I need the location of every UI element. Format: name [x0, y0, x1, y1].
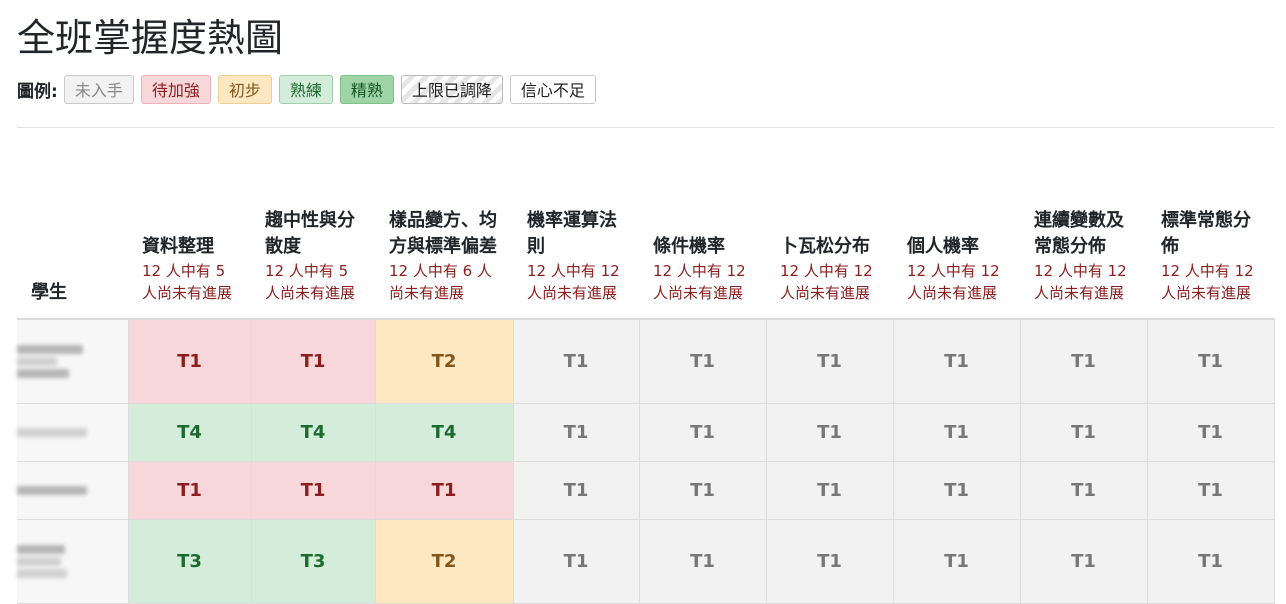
skill-progress-note: 12 人中有 12 人尚未有進展: [1161, 262, 1254, 302]
header-row: 學生 資料整理 12 人中有 5 人尚未有進展 趨中性與分散度 12 人中有 5…: [17, 128, 1274, 320]
student-row: T1 T1 T2 T1 T1 T1 T1 T1 T1: [17, 319, 1275, 404]
mastery-cell[interactable]: T1: [1020, 403, 1148, 462]
skill-progress-note: 12 人中有 12 人尚未有進展: [907, 262, 1000, 302]
legend-cap-lowered: 上限已調降: [400, 75, 503, 104]
legend-low-confidence: 信心不足: [509, 75, 596, 104]
skill-column-header[interactable]: 資料整理 12 人中有 5 人尚未有進展: [128, 128, 251, 320]
mastery-cell[interactable]: T1: [893, 403, 1021, 462]
mastery-cell[interactable]: T1: [1147, 403, 1275, 462]
skill-column-header[interactable]: 條件機率 12 人中有 12 人尚未有進展: [639, 128, 766, 320]
mastery-cell[interactable]: T3: [251, 519, 376, 604]
student-row: T4 T4 T4 T1 T1 T1 T1 T1 T1: [17, 403, 1275, 462]
legend-needs-work: 待加強: [140, 75, 211, 104]
redacted-text: [17, 568, 67, 578]
redacted-text: [17, 368, 69, 378]
redacted-text: [17, 556, 61, 566]
mastery-cell[interactable]: T1: [1147, 519, 1275, 604]
skill-column-header[interactable]: 標準常態分佈 12 人中有 12 人尚未有進展: [1147, 128, 1274, 320]
skill-name: 資料整理: [142, 236, 214, 257]
skill-column-header[interactable]: 卜瓦松分布 12 人中有 12 人尚未有進展: [766, 128, 893, 320]
mastery-cell[interactable]: T1: [766, 519, 894, 604]
skill-progress-note: 12 人中有 12 人尚未有進展: [780, 262, 873, 302]
legend-beginning: 初步: [217, 75, 272, 104]
legend-mastered: 精熟: [339, 75, 394, 104]
mastery-cell[interactable]: T1: [1020, 461, 1148, 520]
student-name-redacted[interactable]: [17, 403, 129, 462]
heatmap-body: T1 T1 T2 T1 T1 T1 T1 T1 T1 T4 T4 T4 T1 T1 T1 T1 T1 T1 T1 T1…: [17, 319, 1275, 604]
page-title: 全班掌握度熱圖: [17, 16, 284, 60]
skill-progress-note: 12 人中有 12 人尚未有進展: [527, 262, 620, 302]
student-name-redacted[interactable]: [17, 461, 129, 520]
mastery-cell[interactable]: T1: [893, 461, 1021, 520]
skill-name: 條件機率: [653, 236, 725, 257]
mastery-cell[interactable]: T4: [128, 403, 252, 462]
student-header-label: 學生: [31, 282, 67, 303]
skill-name: 個人機率: [907, 236, 979, 257]
mastery-cell[interactable]: T1: [639, 461, 767, 520]
skill-progress-note: 12 人中有 5 人尚未有進展: [265, 262, 356, 302]
skill-progress-note: 12 人中有 6 人尚未有進展: [389, 262, 492, 302]
legend-not-started: 未入手: [63, 75, 134, 104]
mastery-cell[interactable]: T1: [639, 319, 767, 404]
mastery-cell[interactable]: T1: [1147, 461, 1275, 520]
skill-name: 標準常態分佈: [1161, 210, 1251, 257]
mastery-heatmap-table: 學生 資料整理 12 人中有 5 人尚未有進展 趨中性與分散度 12 人中有 5…: [17, 128, 1275, 604]
mastery-cell[interactable]: T4: [251, 403, 376, 462]
student-name-redacted[interactable]: [17, 319, 129, 404]
mastery-cell[interactable]: T1: [893, 319, 1021, 404]
legend-label: 圖例:: [17, 82, 58, 102]
redacted-text: [17, 544, 65, 554]
redacted-text: [17, 356, 57, 366]
legend-proficient: 熟練: [278, 75, 333, 104]
mastery-cell[interactable]: T2: [375, 519, 514, 604]
mastery-cell[interactable]: T4: [375, 403, 514, 462]
mastery-cell[interactable]: T1: [128, 319, 252, 404]
skill-progress-note: 12 人中有 12 人尚未有進展: [653, 262, 746, 302]
mastery-cell[interactable]: T1: [639, 403, 767, 462]
mastery-cell[interactable]: T1: [893, 519, 1021, 604]
mastery-cell[interactable]: T3: [128, 519, 252, 604]
mastery-cell[interactable]: T1: [375, 461, 514, 520]
redacted-text: [17, 485, 87, 495]
student-column-header: 學生: [17, 128, 128, 320]
mastery-cell[interactable]: T1: [513, 403, 640, 462]
mastery-cell[interactable]: T1: [251, 319, 376, 404]
mastery-cell[interactable]: T1: [1147, 319, 1275, 404]
mastery-cell[interactable]: T1: [513, 461, 640, 520]
mastery-cell[interactable]: T1: [251, 461, 376, 520]
skill-name: 連續變數及常態分佈: [1034, 210, 1124, 257]
skill-column-header[interactable]: 個人機率 12 人中有 12 人尚未有進展: [893, 128, 1020, 320]
skill-column-header[interactable]: 機率運算法則 12 人中有 12 人尚未有進展: [513, 128, 639, 320]
mastery-cell[interactable]: T1: [639, 519, 767, 604]
skill-name: 機率運算法則: [527, 210, 617, 257]
student-row: T1 T1 T1 T1 T1 T1 T1 T1 T1: [17, 461, 1275, 520]
mastery-cell[interactable]: T1: [766, 461, 894, 520]
mastery-cell[interactable]: T1: [766, 403, 894, 462]
skill-progress-note: 12 人中有 12 人尚未有進展: [1034, 262, 1127, 302]
skill-name: 趨中性與分散度: [265, 210, 355, 257]
skill-column-header[interactable]: 趨中性與分散度 12 人中有 5 人尚未有進展: [251, 128, 375, 320]
student-name-redacted[interactable]: [17, 519, 129, 604]
mastery-cell[interactable]: T2: [375, 319, 514, 404]
redacted-text: [17, 427, 87, 437]
mastery-cell[interactable]: T1: [513, 319, 640, 404]
skill-progress-note: 12 人中有 5 人尚未有進展: [142, 262, 233, 302]
skill-column-header[interactable]: 連續變數及常態分佈 12 人中有 12 人尚未有進展: [1020, 128, 1147, 320]
student-row: T3 T3 T2 T1 T1 T1 T1 T1 T1: [17, 519, 1275, 604]
skill-column-header[interactable]: 樣品變方、均方與標準偏差 12 人中有 6 人尚未有進展: [375, 128, 513, 320]
mastery-cell[interactable]: T1: [766, 319, 894, 404]
legend: 圖例: 未入手 待加強 初步 熟練 精熟 上限已調降 信心不足: [17, 74, 603, 105]
mastery-cell[interactable]: T1: [513, 519, 640, 604]
skill-name: 卜瓦松分布: [780, 236, 870, 257]
mastery-cell[interactable]: T1: [1020, 319, 1148, 404]
mastery-cell[interactable]: T1: [1020, 519, 1148, 604]
mastery-cell[interactable]: T1: [128, 461, 252, 520]
skill-name: 樣品變方、均方與標準偏差: [389, 210, 497, 257]
redacted-text: [17, 344, 83, 354]
